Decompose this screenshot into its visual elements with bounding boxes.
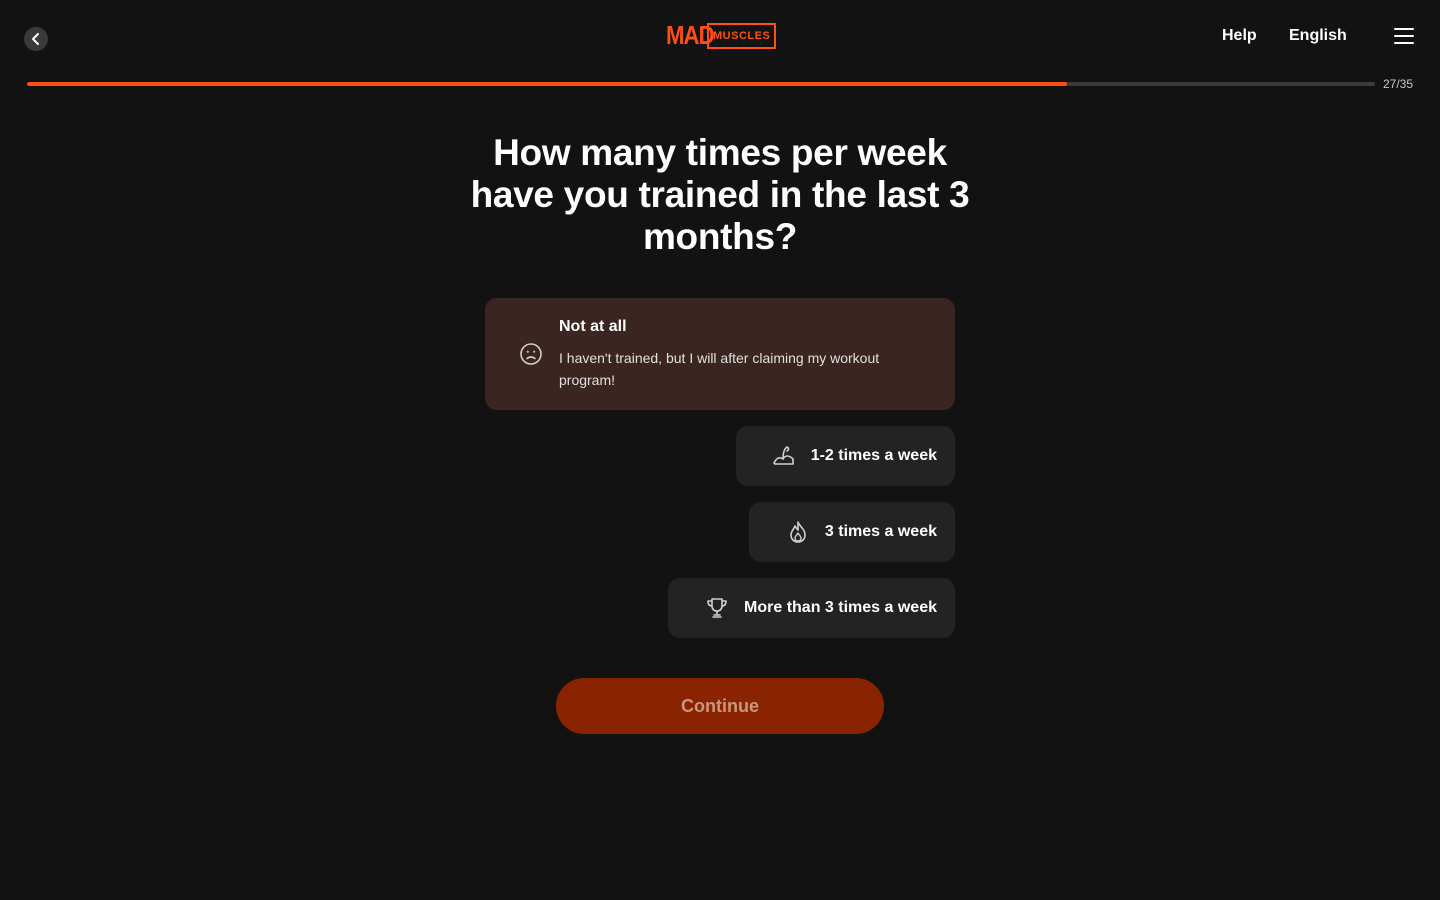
option-3-times[interactable]: 3 times a week [749, 502, 955, 562]
hamburger-menu-icon[interactable] [1394, 28, 1414, 44]
sad-face-icon [520, 343, 542, 365]
option-description: I haven't trained, but I will after clai… [559, 350, 880, 388]
progress-bar [27, 82, 1375, 86]
continue-button[interactable]: Continue [556, 678, 884, 734]
progress-fill [27, 82, 1067, 86]
logo-muscles-text: MUSCLES [707, 22, 777, 49]
brand-logo: MAD MUSCLES [666, 20, 777, 50]
help-link[interactable]: Help [1222, 27, 1257, 45]
chevron-left-icon [32, 33, 39, 45]
back-button[interactable] [24, 27, 48, 51]
option-more-than-3-times[interactable]: More than 3 times a week [668, 578, 955, 638]
progress-count: 27/35 [1383, 77, 1414, 91]
option-not-at-all[interactable]: Not at all I haven't trained, but I will… [485, 298, 955, 410]
question-title: How many times per week have you trained… [470, 132, 970, 257]
option-title: Not at all [559, 318, 627, 335]
option-label: 3 times a week [824, 523, 937, 540]
option-1-2-times[interactable]: 1-2 times a week [736, 426, 955, 486]
language-selector[interactable]: English [1289, 27, 1347, 45]
option-label: 1-2 times a week [810, 447, 937, 464]
flexed-arm-icon [772, 446, 794, 465]
trophy-icon [707, 598, 727, 618]
logo-mad-text: MAD [666, 20, 715, 50]
flame-icon [790, 521, 806, 543]
option-label: More than 3 times a week [744, 599, 937, 616]
